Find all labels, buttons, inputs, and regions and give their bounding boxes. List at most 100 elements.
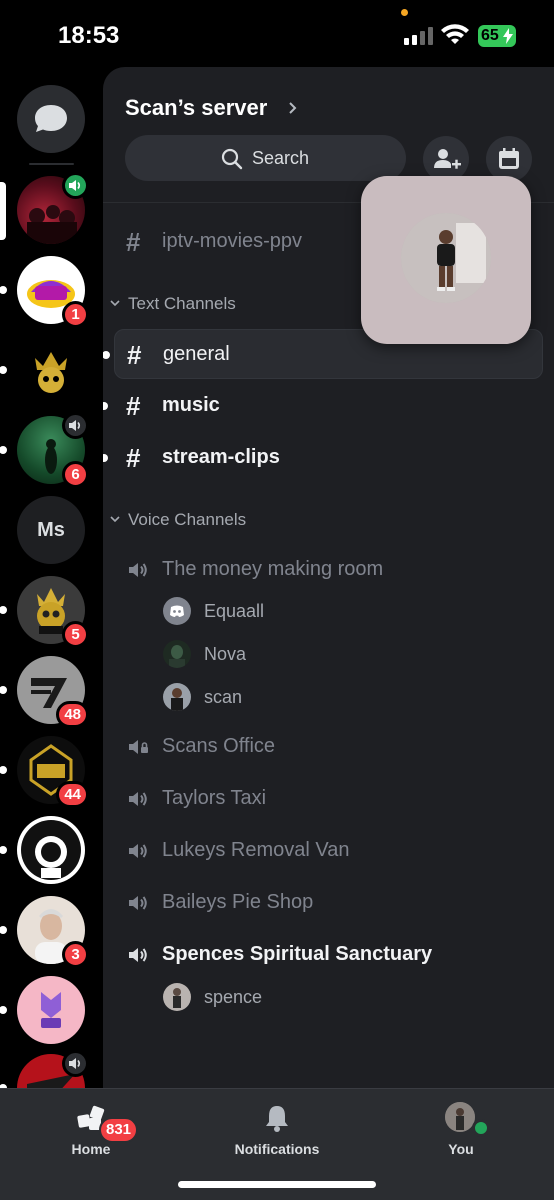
mic-in-use-indicator [401,9,408,16]
server-icon-green-forest[interactable]: 6 [0,412,89,488]
voice-channel-name: Lukeys Removal Van [162,839,350,861]
search-button[interactable]: Search [125,135,406,181]
chat-bubble-icon [35,105,67,132]
bell-icon [266,1106,288,1132]
unread-indicator [0,686,7,694]
server-icon-yeatz[interactable]: 1 [0,256,89,328]
user-avatar [163,640,191,668]
video-participant-avatar [401,213,491,303]
home-notification-badge: 831 [99,1117,139,1143]
voice-channel-name: Spences Spiritual Sanctuary [162,943,433,965]
tab-label: You [448,1141,474,1157]
server-icon-ms[interactable]: Ms [17,496,85,564]
voice-channel-taylors-taxi[interactable]: Taylors Taxi [114,777,543,821]
chevron-down-icon [110,300,120,307]
voice-user-name: spence [204,987,263,1007]
unread-indicator [0,766,7,774]
hash-icon: # [126,391,141,421]
voice-active-badge [62,172,89,199]
mention-badge: 1 [62,301,89,328]
channel-name: music [162,394,220,416]
server-name[interactable]: Scan’s server [125,95,267,121]
status-time: 18:53 [58,22,120,49]
voice-muted-badge [62,412,89,439]
unread-indicator [0,846,7,854]
server-icon-7-logo[interactable]: 48 [0,656,89,728]
category-label: Text Channels [128,294,236,313]
battery-indicator: 65 [478,25,516,47]
hash-icon: # [127,340,142,370]
unread-indicator [0,366,7,374]
voice-channel-scans-office[interactable]: Scans Office [114,725,543,769]
channel-name: general [163,343,230,365]
direct-messages-button[interactable] [17,85,85,153]
unread-indicator [103,351,110,359]
voice-channel-name: Baileys Pie Shop [162,891,314,913]
server-avatar-image [17,976,85,1044]
mention-badge: 48 [56,701,89,728]
server-avatar-image [17,816,85,884]
chevron-right-icon[interactable] [288,101,298,115]
wifi-icon [441,24,469,44]
status-bar: 18:53 65 [0,0,554,70]
unread-indicator [103,402,108,410]
voice-user-equaall[interactable]: Equaall [163,593,463,629]
hash-icon: # [126,443,141,473]
battery-level: 65 [481,27,499,44]
voice-channel-name: Taylors Taxi [162,787,267,809]
voice-user-spence[interactable]: spence [163,979,463,1015]
tab-label: Notifications [234,1141,320,1157]
voice-channel-money-making-room[interactable]: The money making room [114,548,543,592]
mention-badge: 3 [62,941,89,968]
unread-indicator [0,1006,7,1014]
user-avatar [163,983,191,1011]
tab-notifications[interactable]: Notifications [217,1089,337,1169]
server-initials: Ms [17,496,85,564]
server-icon-billionaire-boys-club[interactable] [0,816,85,884]
server-icon-bpl[interactable] [0,976,85,1044]
unread-indicator [103,454,108,462]
voice-user-nova[interactable]: Nova [163,636,463,672]
channel-name: stream-clips [162,446,280,468]
speaker-icon [129,563,147,577]
user-avatar [163,597,191,625]
voice-user-scan[interactable]: scan [163,679,463,715]
user-avatar[interactable] [445,1102,475,1132]
chevron-down-icon [110,516,120,523]
selected-server-indicator [0,182,6,240]
voice-channel-baileys-pie-shop[interactable]: Baileys Pie Shop [114,881,543,925]
category-label: Voice Channels [128,510,247,529]
server-avatar-image [17,336,85,404]
server-icon-skull-crown[interactable] [0,336,85,404]
server-icon-xp-league[interactable]: 44 [0,736,89,808]
user-avatar [163,683,191,711]
home-indicator [178,1181,376,1188]
speaker-icon [129,792,147,806]
mention-badge: 5 [62,621,89,648]
speaker-icon [129,948,147,962]
server-rail: 1 6 Ms 5 48 44 3 [0,70,103,1088]
server-icon-skull-250[interactable]: 5 [0,576,89,648]
server-icon-scans-server[interactable] [17,172,89,244]
voice-user-name: Nova [204,644,247,664]
speaker-icon [69,420,81,431]
channel-stream-clips[interactable]: # stream-clips [103,433,543,483]
search-label: Search [252,148,310,168]
speaker-icon [69,180,81,191]
voice-channel-spences-spiritual-sanctuary[interactable]: Spences Spiritual Sanctuary [114,933,543,977]
speaker-icon [129,896,147,910]
channel-name: iptv-movies-ppv [162,230,303,252]
discord-logo-icon [170,605,184,617]
voice-channel-lukeys-removal-van[interactable]: Lukeys Removal Van [114,829,543,873]
mention-badge: 6 [62,461,89,488]
speaker-icon [69,1058,81,1069]
voice-channel-name: The money making room [162,558,384,580]
speaker-lock-icon [129,740,148,754]
tab-label: Home [71,1141,111,1157]
channel-music[interactable]: # music [103,381,543,431]
server-icon-portrait[interactable]: 3 [0,896,89,968]
voice-muted-badge [62,1050,89,1077]
server-icon-red-logo[interactable] [0,1050,89,1088]
floating-video-preview[interactable] [361,176,531,344]
mention-badge: 44 [56,781,89,808]
